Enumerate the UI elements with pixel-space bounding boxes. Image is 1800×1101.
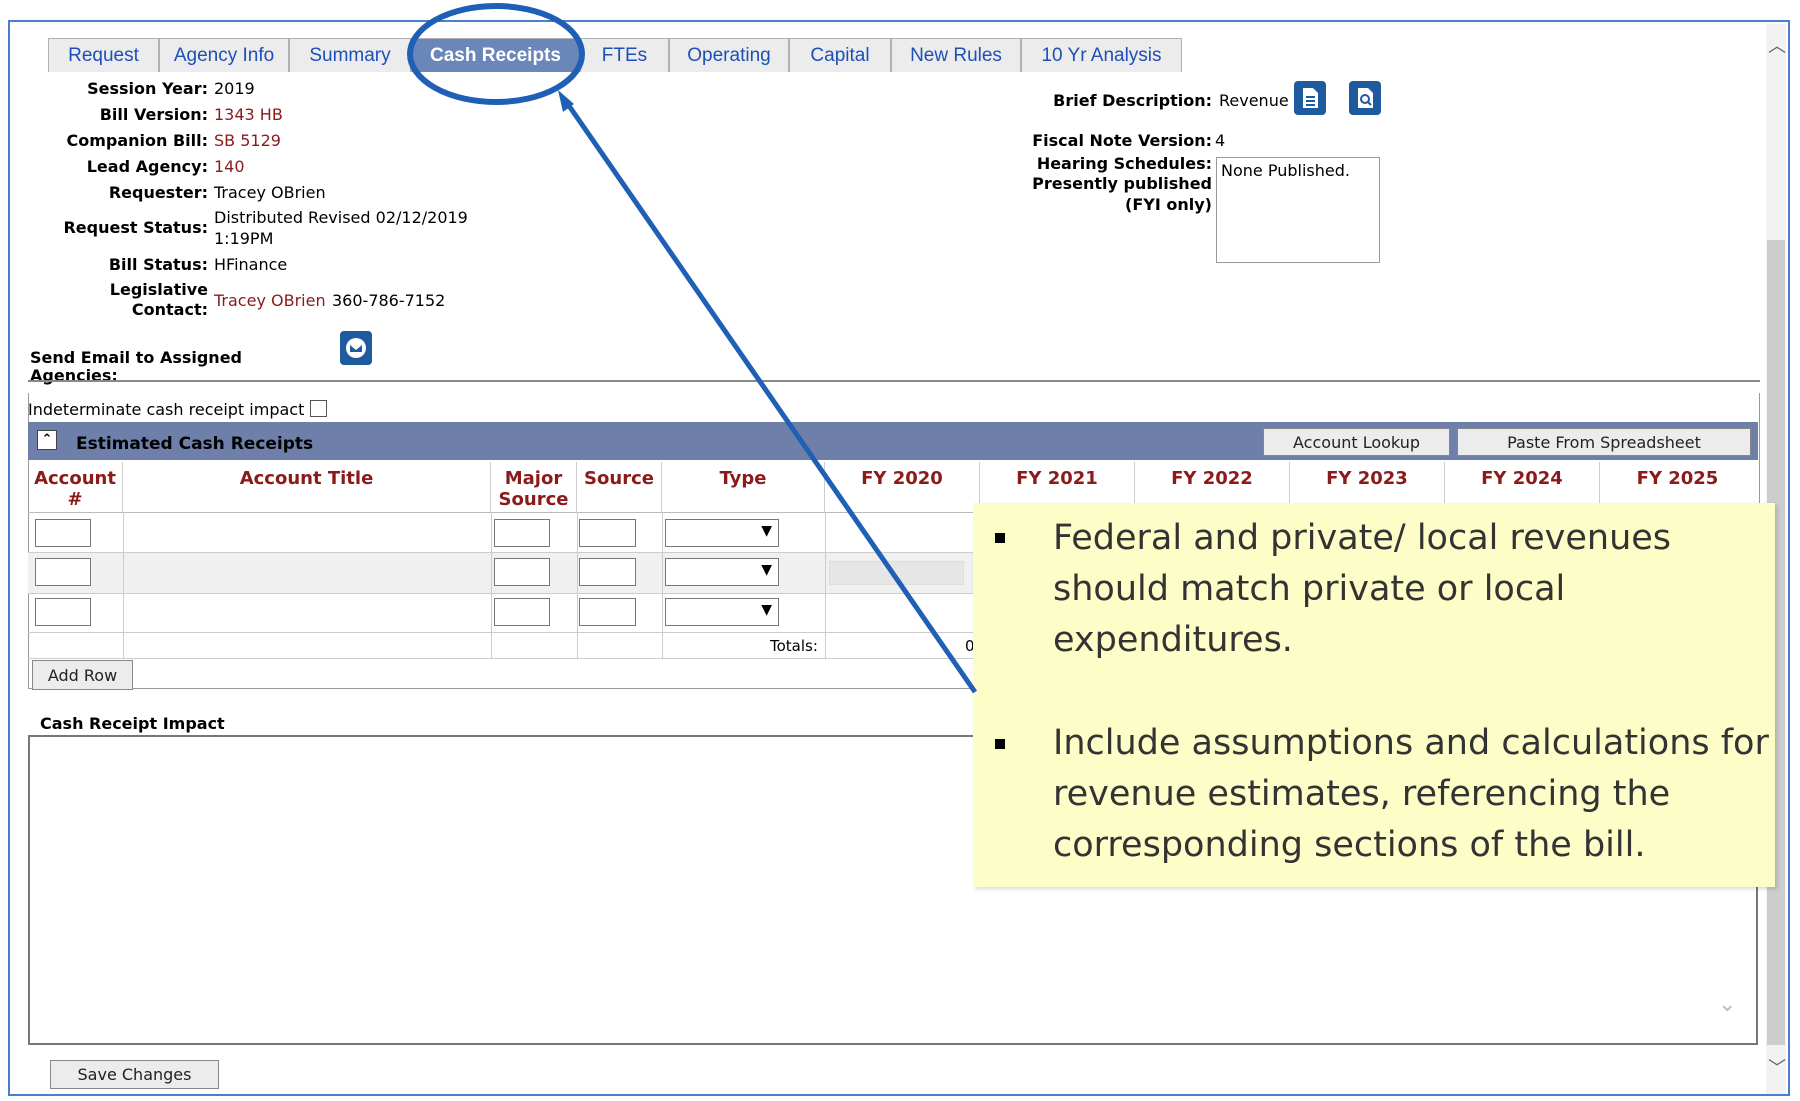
arrow-icon	[562, 98, 978, 694]
annotation-overlay	[407, 3, 978, 694]
highlight-ellipse	[407, 3, 585, 105]
